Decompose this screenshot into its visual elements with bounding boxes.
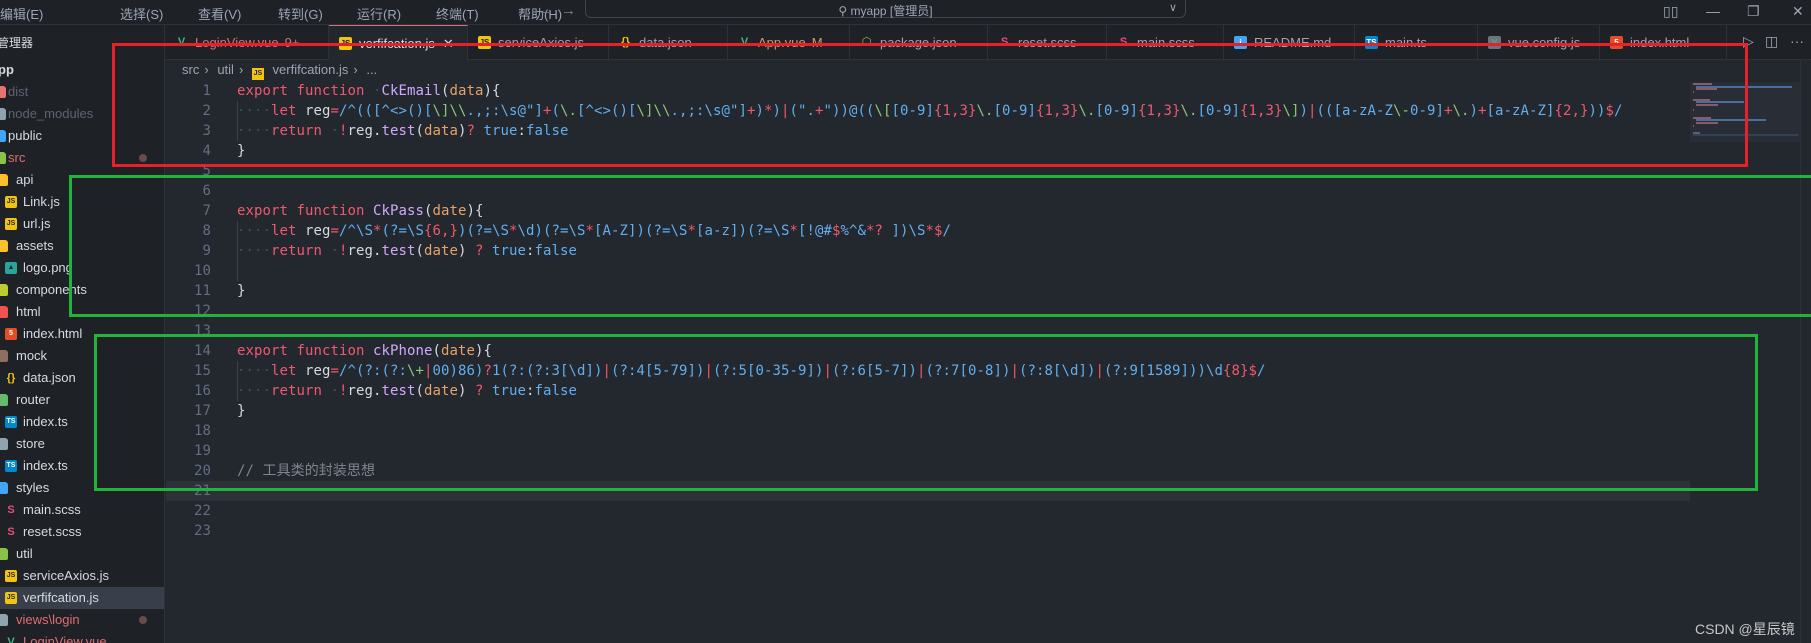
tree-item-label: index.ts	[23, 414, 68, 429]
tree-item-label: dist	[8, 84, 29, 99]
code-line[interactable]: 23	[166, 521, 1690, 541]
tree-item-label: node_modules	[8, 106, 94, 121]
tree-item-label: styles	[16, 480, 50, 495]
split-editor-icon[interactable]: ◫	[1765, 33, 1778, 50]
tree-item[interactable]: JS verfifcation.js	[0, 587, 164, 609]
watermark: CSDN @星辰镜	[1695, 621, 1795, 637]
tree-item-label: url.js	[23, 216, 51, 231]
folder-node-icon	[0, 108, 6, 120]
tree-item[interactable]: util	[0, 543, 164, 565]
ts-file-icon: TS	[5, 460, 17, 472]
tree-item-label: mock	[16, 348, 48, 363]
tree-item-label: src	[8, 150, 26, 165]
modified-indicator	[139, 616, 147, 624]
more-actions-icon[interactable]: ···	[1790, 33, 1804, 49]
folder-views-icon	[0, 614, 8, 626]
folder-dist-icon	[0, 86, 6, 98]
tree-item-label: logo.png	[23, 260, 73, 275]
tree-item-label: store	[16, 436, 45, 451]
sass-file-icon: S	[7, 526, 15, 538]
tree-item-label: public	[8, 128, 42, 143]
js-file-icon: JS	[5, 592, 17, 604]
tree-item-label: assets	[16, 238, 54, 253]
line-number: 23	[194, 523, 211, 539]
sass-file-icon: S	[7, 504, 15, 516]
code-line[interactable]: 22	[166, 501, 1690, 521]
tree-item-label: LoginView.vue	[23, 634, 107, 643]
back-button[interactable]: ←	[538, 2, 561, 19]
minimize-button[interactable]: —	[1706, 3, 1720, 19]
command-center-text: myapp [管理员]	[850, 4, 933, 18]
tree-item-label: Link.js	[23, 194, 60, 209]
ts-file-icon: TS	[5, 416, 17, 428]
vue-file-icon: V	[7, 636, 15, 643]
image-file-icon: ▲	[5, 262, 17, 274]
close-window-button[interactable]: ✕	[1792, 3, 1804, 20]
search-icon: ⚲	[838, 4, 851, 18]
tree-item-label: views\login	[16, 612, 80, 627]
tree-item[interactable]: Smain.scss	[0, 499, 164, 521]
line-number: 22	[194, 503, 211, 519]
menu-item[interactable]: 运行(R)	[357, 4, 401, 23]
folder-util-icon	[0, 548, 8, 560]
folder-assets-icon	[0, 240, 8, 252]
tree-item-label: util	[16, 546, 33, 561]
json-file-icon: {}	[6, 372, 16, 384]
js-file-icon: JS	[5, 196, 17, 208]
menu-item[interactable]: 编辑(E)	[0, 4, 43, 23]
menu-item[interactable]: 终端(T)	[436, 4, 479, 23]
folder-api-icon	[0, 174, 8, 186]
menu-item[interactable]: 转到(G)	[278, 4, 323, 23]
folder-store-icon	[0, 438, 8, 450]
tree-item-label: data.json	[23, 370, 76, 385]
js-file-icon: JS	[5, 218, 17, 230]
forward-button[interactable]: →	[561, 2, 584, 19]
menu-item[interactable]: 选择(S)	[120, 4, 163, 23]
vertical-scrollbar[interactable]	[1800, 60, 1811, 643]
annotation-box-green	[94, 334, 1758, 491]
chevron-down-icon[interactable]: ∨	[1169, 1, 1177, 14]
annotation-box-red	[112, 43, 1748, 167]
tree-item-label: html	[16, 304, 41, 319]
tree-item[interactable]: V LoginView.vue	[0, 631, 164, 643]
folder-components-icon	[0, 284, 8, 296]
command-center-search[interactable]: ⚲ myapp [管理员] ∨	[585, 0, 1186, 18]
annotation-box-green	[69, 175, 1811, 317]
tree-item[interactable]: Sreset.scss	[0, 521, 164, 543]
tree-item-label: main.scss	[23, 502, 81, 517]
tree-item-label: index.html	[23, 326, 83, 341]
maximize-button[interactable]: ❐	[1747, 3, 1760, 20]
folder-styles-icon	[0, 482, 8, 494]
tree-item-label: serviceAxios.js	[23, 568, 109, 583]
menu-item[interactable]: 查看(V)	[198, 4, 241, 23]
tree-item[interactable]: JS serviceAxios.js	[0, 565, 164, 587]
folder-html-icon	[0, 306, 8, 318]
tree-item-label: index.ts	[23, 458, 68, 473]
folder-src-icon	[0, 152, 6, 164]
layout-icon[interactable]: ▯▯	[1663, 3, 1678, 20]
folder-mock-icon	[0, 350, 8, 362]
tree-item-label: verfifcation.js	[23, 590, 99, 605]
html-file-icon: 5	[5, 328, 17, 340]
nav-arrows: ←→	[538, 2, 584, 19]
title-bar: 编辑(E) 选择(S) 查看(V) 转到(G) 运行(R) 终端(T) 帮助(H) ←→ ⚲…	[0, 0, 1811, 25]
tree-item-label: reset.scss	[23, 524, 82, 539]
tree-item-label: router	[16, 392, 50, 407]
tree-item-label: api	[16, 172, 34, 187]
folder-public-icon	[0, 130, 6, 142]
folder-router-icon	[0, 394, 8, 406]
js-file-icon: JS	[5, 570, 17, 582]
tree-item[interactable]: views\login	[0, 609, 164, 631]
